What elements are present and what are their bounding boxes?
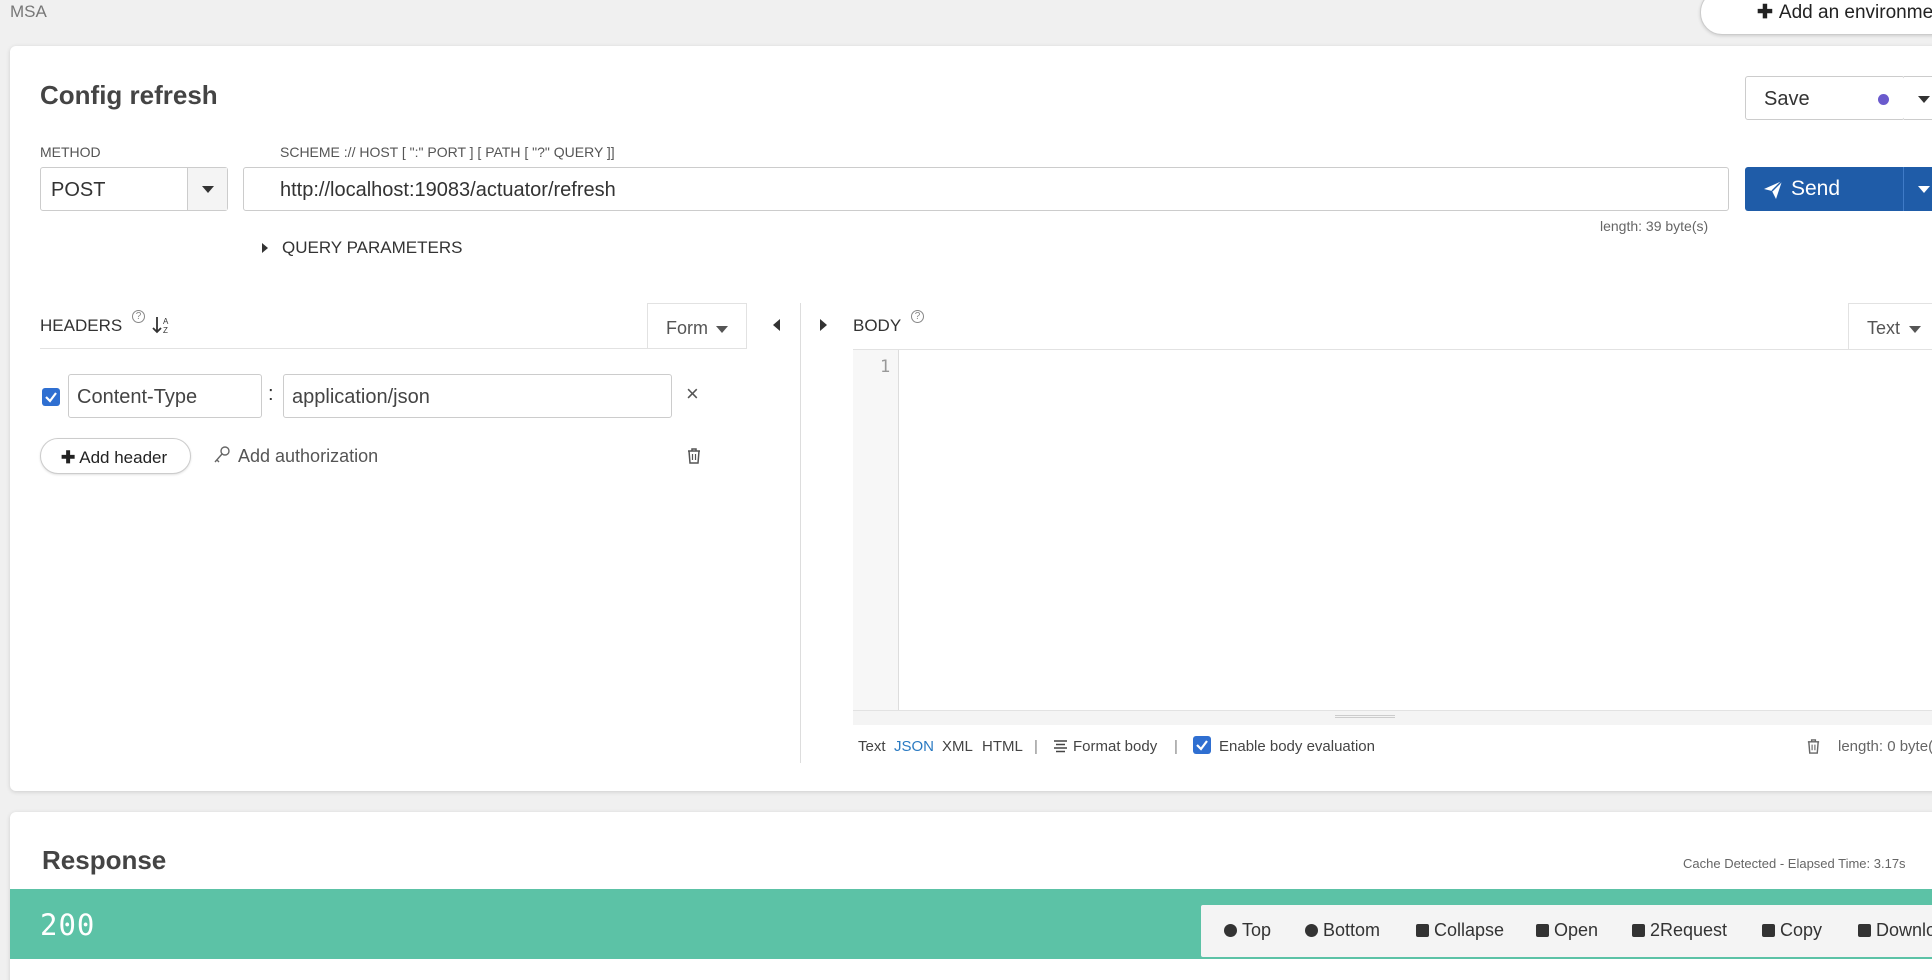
add-header-label: Add header [79, 448, 168, 467]
body-editor[interactable] [853, 349, 1932, 725]
open-button[interactable]: Open [1536, 920, 1598, 941]
plus-icon: ✚ [1757, 2, 1773, 23]
help-icon[interactable]: ? [911, 310, 924, 323]
method-dropdown-toggle[interactable] [187, 168, 227, 210]
headers-mode-dropdown[interactable]: Form [647, 303, 747, 349]
expand-icon [262, 243, 268, 253]
collapse-left-icon[interactable] [773, 319, 780, 331]
send-label: Send [1791, 177, 1841, 200]
align-icon [1054, 740, 1067, 753]
help-icon[interactable]: ? [132, 310, 145, 323]
header-key-input[interactable]: Content-Type [68, 374, 262, 418]
chevron-down-icon [1918, 186, 1930, 193]
open-label: Open [1554, 920, 1599, 940]
svg-text:Z: Z [163, 326, 168, 335]
remove-header-icon[interactable]: × [686, 381, 699, 407]
query-parameters-toggle[interactable]: QUERY PARAMETERS [282, 238, 462, 258]
url-length: length: 39 byte(s) [1600, 218, 1709, 234]
clipboard-icon [1632, 924, 1645, 937]
download-button[interactable]: Download [1858, 920, 1932, 941]
separator: | [1174, 738, 1178, 755]
to-request-label: 2Request [1650, 920, 1728, 940]
chevron-down-icon [202, 186, 214, 193]
check-icon [1196, 740, 1208, 751]
format-text-link[interactable]: Text [858, 738, 886, 755]
panel-divider[interactable] [800, 303, 801, 763]
add-header-button[interactable]: ✚ Add header [40, 438, 191, 474]
collapse-button[interactable]: Collapse [1416, 920, 1504, 941]
plus-square-icon [1536, 924, 1549, 937]
scroll-top-button[interactable]: Top [1224, 920, 1271, 941]
copy-label: Copy [1780, 920, 1823, 940]
enable-body-evaluation-checkbox[interactable] [1193, 736, 1211, 754]
save-label: Save [1764, 88, 1810, 110]
chevron-down-icon [1918, 96, 1930, 103]
key-icon [214, 446, 230, 463]
trash-icon[interactable] [1806, 738, 1821, 754]
format-html-link[interactable]: HTML [982, 738, 1023, 755]
header-separator: : [268, 383, 274, 405]
minus-square-icon [1416, 924, 1429, 937]
scroll-bottom-button[interactable]: Bottom [1305, 920, 1380, 941]
resize-grip-icon[interactable] [1335, 715, 1395, 718]
arrow-up-circle-icon [1224, 924, 1237, 937]
method-label: METHOD [40, 144, 101, 160]
breadcrumb[interactable]: MSA [10, 2, 47, 22]
url-label: SCHEME :// HOST [ ":" PORT ] [ PATH [ "?… [280, 144, 615, 160]
sort-alpha-icon[interactable]: AZ [152, 315, 172, 335]
enable-body-evaluation-label: Enable body evaluation [1219, 738, 1375, 755]
method-value: POST [51, 179, 106, 201]
headers-label: HEADERS [40, 316, 123, 335]
format-json-link[interactable]: JSON [894, 738, 934, 755]
separator: | [1034, 738, 1038, 755]
download-icon [1858, 924, 1871, 937]
add-authorization-link[interactable]: Add authorization [238, 446, 378, 467]
to-request-button[interactable]: 2Request [1632, 920, 1727, 941]
header-value-input[interactable]: application/json [283, 374, 672, 418]
add-environment-label: Add an environment [1778, 2, 1932, 23]
scroll-top-label: Top [1242, 920, 1272, 940]
line-number: 1 [880, 357, 891, 377]
send-dropdown-button[interactable] [1903, 167, 1932, 211]
format-body-button[interactable]: Format body [1073, 738, 1157, 755]
collapse-label: Collapse [1434, 920, 1505, 940]
trash-icon[interactable] [686, 447, 702, 464]
body-length: length: 0 byte(s) [1838, 738, 1932, 755]
download-label: Download [1876, 920, 1932, 940]
headers-divider [40, 348, 746, 349]
headers-mode-label: Form [666, 318, 708, 338]
request-title[interactable]: Config refresh [40, 80, 218, 111]
body-mode-label: Text [1867, 318, 1901, 338]
scroll-bottom-label: Bottom [1323, 920, 1381, 940]
response-title: Response [42, 845, 167, 875]
copy-icon [1762, 924, 1775, 937]
arrow-down-circle-icon [1305, 924, 1318, 937]
unsaved-indicator-dot [1878, 94, 1889, 105]
editor-gutter [853, 350, 899, 710]
status-code: 200 [40, 908, 96, 942]
header-value-value: application/json [292, 386, 430, 408]
copy-button[interactable]: Copy [1762, 920, 1822, 941]
url-value: http://localhost:19083/actuator/refresh [280, 179, 616, 201]
svg-text:A: A [163, 317, 169, 326]
body-mode-dropdown[interactable]: Text [1848, 303, 1932, 349]
check-icon [45, 392, 57, 403]
url-input[interactable]: http://localhost:19083/actuator/refresh [243, 167, 1729, 211]
plus-icon: ✚ [61, 448, 76, 467]
add-environment-button[interactable]: ✚ Add an environment [1700, 0, 1932, 35]
collapse-right-icon[interactable] [820, 319, 827, 331]
body-label: BODY [853, 316, 902, 335]
paper-plane-icon [1764, 180, 1783, 199]
elapsed-time: Cache Detected - Elapsed Time: 3.17s [1683, 856, 1906, 871]
format-xml-link[interactable]: XML [942, 738, 973, 755]
save-dropdown-button[interactable] [1904, 76, 1932, 120]
header-enabled-checkbox[interactable] [42, 388, 60, 406]
chevron-down-icon [1909, 326, 1921, 333]
header-key-value: Content-Type [77, 386, 198, 408]
chevron-down-icon [716, 326, 728, 333]
